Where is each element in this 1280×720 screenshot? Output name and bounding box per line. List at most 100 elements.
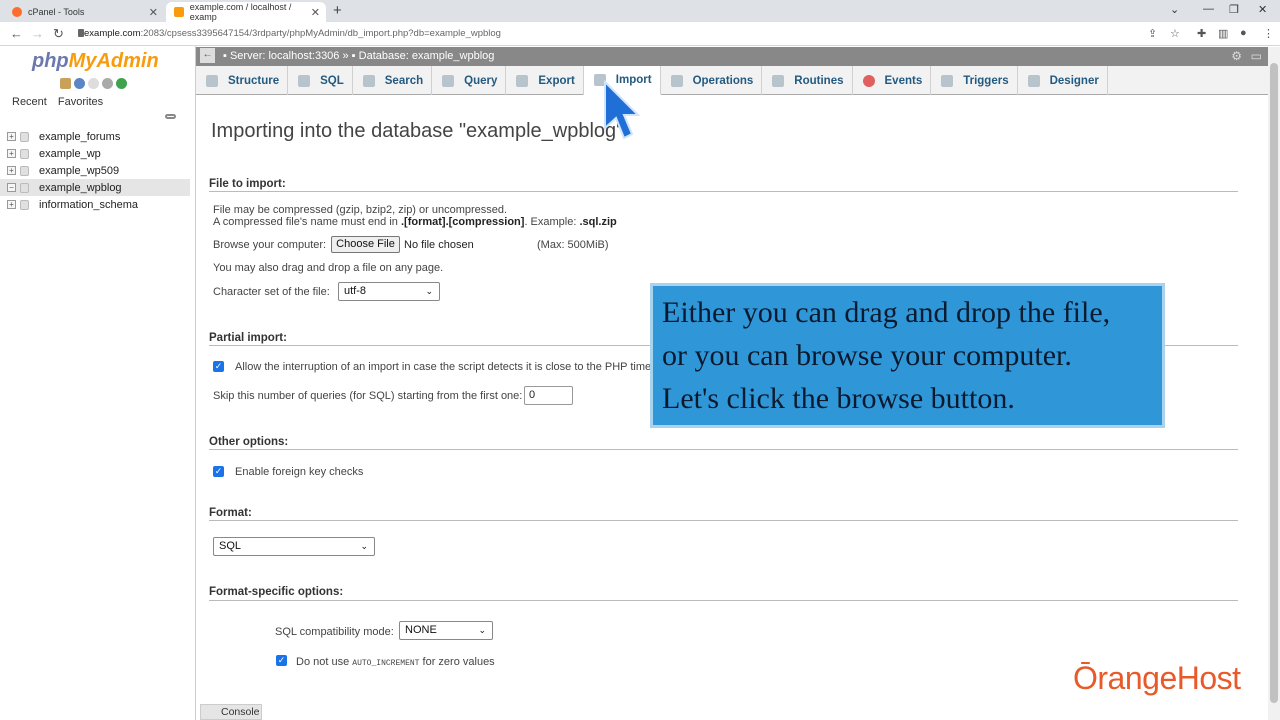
- other-options-heading: Other options:: [209, 436, 289, 448]
- choose-file-button[interactable]: Choose File: [331, 236, 400, 253]
- profile-icon[interactable]: ●: [1240, 27, 1247, 39]
- tab-operations[interactable]: Operations: [661, 66, 763, 95]
- collapse-panel-icon[interactable]: ←: [200, 48, 215, 63]
- db-item-example-wp509[interactable]: + example_wp509: [0, 162, 190, 179]
- note-text: . Example:: [524, 216, 580, 228]
- gear-icon[interactable]: ⚙: [1231, 49, 1242, 63]
- drag-drop-hint: You may also drag and drop a file on any…: [213, 262, 444, 274]
- foreign-key-checkbox[interactable]: ✓: [213, 466, 224, 477]
- back-arrow-icon[interactable]: ←: [10, 26, 23, 41]
- chevron-down-icon: ⌄: [360, 541, 368, 551]
- reload-icon[interactable]: ↻: [53, 26, 64, 42]
- chevron-down-icon[interactable]: ⌄: [1170, 3, 1179, 16]
- db-label[interactable]: example_wp509: [39, 165, 119, 177]
- collapse-icon[interactable]: −: [7, 183, 16, 192]
- tab-events[interactable]: Events: [853, 66, 932, 95]
- db-item-example-forums[interactable]: + example_forums: [0, 128, 190, 145]
- tutorial-callout: Either you can drag and drop the file, o…: [650, 283, 1165, 428]
- expand-icon[interactable]: +: [7, 149, 16, 158]
- tab-sql[interactable]: SQL: [288, 66, 353, 95]
- restore-icon[interactable]: ❐: [1229, 3, 1239, 16]
- browser-tab-phpmyadmin[interactable]: example.com / localhost / examp ✕: [166, 2, 326, 22]
- database-tree: + example_forums + example_wp + example_wp5…: [0, 128, 190, 213]
- expand-icon[interactable]: +: [7, 166, 16, 175]
- browser-tab-cpanel[interactable]: cPanel - Tools ✕: [4, 2, 164, 22]
- tab-export[interactable]: Export: [506, 66, 584, 95]
- note-text: A compressed file's name must end in: [213, 216, 401, 228]
- close-window-icon[interactable]: ✕: [1258, 3, 1267, 16]
- minimize-icon[interactable]: —: [1203, 3, 1214, 15]
- navigation-panel: phpMyAdmin Recent Favorites + example_for…: [0, 46, 196, 720]
- link-icon[interactable]: [165, 114, 176, 119]
- forward-arrow-icon[interactable]: →: [31, 26, 44, 41]
- menu-dots-icon[interactable]: ⋮: [1263, 27, 1274, 40]
- divider: [209, 520, 1238, 521]
- query-icon: [442, 74, 455, 87]
- phpmyadmin-logo[interactable]: phpMyAdmin: [32, 50, 159, 73]
- tab-query[interactable]: Query: [432, 66, 507, 95]
- settings-icon[interactable]: [102, 78, 113, 89]
- db-label[interactable]: example_wpblog: [39, 182, 122, 194]
- breadcrumb-database[interactable]: Database: example_wpblog: [359, 50, 495, 62]
- browser-tab-bar: cPanel - Tools ✕ example.com / localhost…: [0, 0, 1280, 22]
- tab-search[interactable]: Search: [353, 66, 433, 95]
- auto-increment-checkbox[interactable]: ✓: [276, 655, 287, 666]
- collapse-icon[interactable]: ▭: [1251, 49, 1262, 63]
- new-tab-icon[interactable]: +: [333, 2, 342, 19]
- breadcrumb-separator: »: [342, 50, 349, 62]
- structure-icon: [206, 74, 218, 87]
- note-example: .sql.zip: [579, 216, 617, 228]
- url-field[interactable]: example.com:2083/cpsess3395647154/3rdpar…: [84, 28, 501, 39]
- db-item-example-wp[interactable]: + example_wp: [0, 145, 190, 162]
- charset-select[interactable]: utf-8 ⌄: [338, 282, 440, 301]
- orangehost-logo: ŌrangeHost: [1073, 660, 1241, 696]
- home-icon[interactable]: [60, 78, 71, 89]
- format-heading: Format:: [209, 507, 252, 519]
- max-size: (Max: 500MiB): [537, 239, 609, 251]
- console-button[interactable]: Console: [200, 704, 262, 720]
- help-icon[interactable]: [74, 78, 85, 89]
- db-label[interactable]: information_schema: [39, 199, 138, 211]
- allow-interrupt-checkbox[interactable]: ✓: [213, 361, 224, 372]
- db-item-example-wpblog[interactable]: − example_wpblog: [0, 179, 190, 196]
- label-text: for zero values: [419, 656, 495, 668]
- format-select[interactable]: SQL ⌄: [213, 537, 375, 556]
- close-icon[interactable]: ✕: [149, 6, 158, 19]
- foreign-key-label: Enable foreign key checks: [235, 466, 364, 478]
- tab-triggers[interactable]: Triggers: [931, 66, 1018, 95]
- divider: [209, 600, 1238, 601]
- designer-icon: [1027, 74, 1040, 87]
- scrollbar[interactable]: [1268, 47, 1280, 720]
- share-icon[interactable]: ⇪: [1148, 27, 1157, 40]
- divider: [209, 449, 1238, 450]
- skip-queries-input[interactable]: 0: [524, 386, 573, 405]
- close-icon[interactable]: ✕: [311, 6, 320, 19]
- auto-increment-label: Do not use AUTO_INCREMENT for zero value…: [296, 656, 495, 668]
- tab-routines[interactable]: Routines: [762, 66, 853, 95]
- expand-icon[interactable]: +: [7, 132, 16, 141]
- extensions-icon[interactable]: ✚: [1197, 27, 1206, 40]
- no-file-status: No file chosen: [404, 239, 474, 251]
- favorites-tab[interactable]: Favorites: [58, 96, 103, 108]
- database-icon: [20, 165, 29, 176]
- db-label[interactable]: example_forums: [39, 131, 120, 143]
- db-item-information-schema[interactable]: + information_schema: [0, 196, 190, 213]
- recent-tab[interactable]: Recent: [12, 96, 47, 108]
- reload-nav-icon[interactable]: [116, 78, 127, 89]
- auto-increment-code: AUTO_INCREMENT: [352, 659, 420, 668]
- compat-value: NONE: [405, 624, 437, 636]
- star-icon[interactable]: ☆: [1170, 27, 1180, 40]
- expand-icon[interactable]: +: [7, 200, 16, 209]
- database-icon: [20, 131, 29, 142]
- sidebar-icon[interactable]: ▥: [1218, 27, 1228, 40]
- tab-designer[interactable]: Designer: [1018, 66, 1108, 95]
- scrollbar-thumb[interactable]: [1270, 63, 1278, 703]
- docs-icon[interactable]: [88, 78, 99, 89]
- url-host: example.com: [84, 28, 141, 39]
- tab-structure[interactable]: Structure: [196, 66, 289, 95]
- breadcrumb-server[interactable]: Server: localhost:3306: [230, 50, 339, 62]
- tab-label: Triggers: [963, 74, 1009, 87]
- compat-mode-select[interactable]: NONE ⌄: [399, 621, 493, 640]
- db-label[interactable]: example_wp: [39, 148, 101, 160]
- logo-myadmin: MyAdmin: [68, 50, 159, 72]
